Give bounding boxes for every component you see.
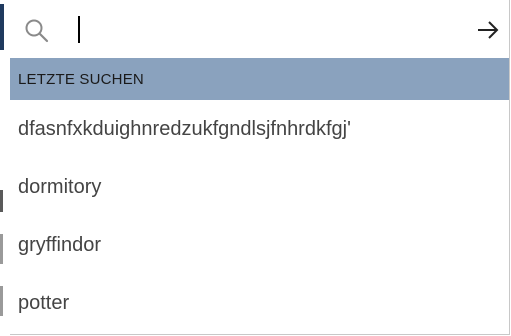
recent-search-label: dormitory xyxy=(18,175,102,198)
recent-search-item[interactable]: dormitory xyxy=(10,158,509,216)
search-dropdown-window: LETZTE SUCHEN dfasnfxkduighnredzukfgndls… xyxy=(0,0,511,336)
background-window-edge xyxy=(0,0,10,336)
search-icon xyxy=(24,18,50,44)
recent-searches-list: dfasnfxkduighnredzukfgndlsjfnhrdkfgj' do… xyxy=(10,100,509,332)
recent-search-label: potter xyxy=(18,291,70,314)
background-fragment xyxy=(0,286,3,316)
search-input[interactable] xyxy=(66,12,446,46)
text-caret xyxy=(78,16,80,43)
recent-search-item[interactable]: dfasnfxkduighnredzukfgndlsjfnhrdkfgj' xyxy=(10,100,509,158)
background-fragment xyxy=(0,190,3,212)
background-fragment xyxy=(0,234,3,264)
background-accent-bar xyxy=(0,4,4,50)
recent-searches-title: LETZTE SUCHEN xyxy=(18,70,144,88)
arrow-right-icon[interactable] xyxy=(475,17,501,43)
search-bar xyxy=(10,0,509,58)
recent-searches-header: LETZTE SUCHEN xyxy=(10,58,509,100)
recent-search-label: dfasnfxkduighnredzukfgndlsjfnhrdkfgj' xyxy=(18,117,351,140)
recent-search-item[interactable]: gryffindor xyxy=(10,216,509,274)
recent-search-label: gryffindor xyxy=(18,233,102,256)
search-panel: LETZTE SUCHEN dfasnfxkduighnredzukfgndls… xyxy=(10,0,510,335)
recent-search-item[interactable]: potter xyxy=(10,274,509,332)
